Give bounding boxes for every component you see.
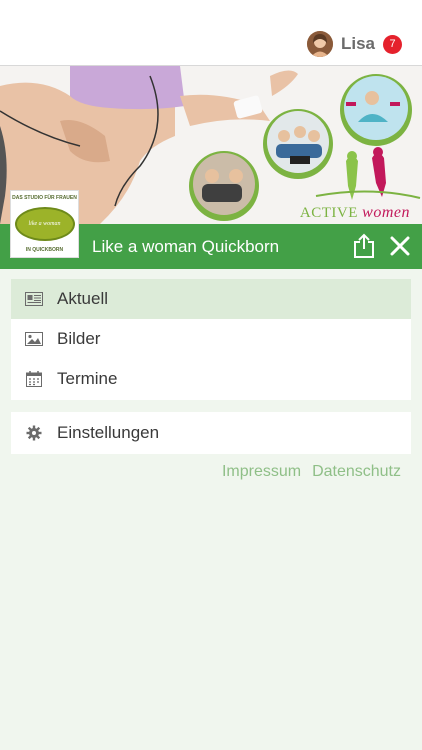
menu-item-label: Aktuell [57, 289, 109, 308]
menu-item-label: Einstellungen [57, 423, 160, 442]
user-name[interactable]: Lisa [341, 34, 375, 54]
logo-top-text: DAS STUDIO FÜR FRAUEN [12, 195, 77, 201]
avatar[interactable] [306, 31, 333, 57]
settings-menu: Einstellungen [11, 412, 411, 454]
image-icon [25, 331, 43, 347]
logo-emblem: like a woman [14, 207, 75, 241]
impressum-link[interactable]: Impressum [222, 463, 301, 481]
menu-item-aktuell[interactable]: Aktuell [11, 279, 411, 319]
footer-links: Impressum Datenschutz [222, 463, 401, 481]
share-icon [354, 233, 374, 258]
header-title: Like a woman Quickborn [92, 237, 280, 256]
user-menu[interactable]: Lisa 7 [306, 30, 402, 58]
navigation-menu: Aktuell Bilder Termine [11, 279, 411, 400]
calendar-icon [25, 371, 43, 387]
brand-prefix: ACTIVE [299, 205, 358, 221]
brand-wordmark: ACTIVE women [300, 204, 410, 222]
brand-suffix: women [362, 204, 410, 221]
notification-badge[interactable]: 7 [383, 34, 402, 54]
top-bar: Lisa 7 [0, 0, 422, 66]
menu-item-termine[interactable]: Termine [11, 359, 411, 399]
menu-item-label: Bilder [57, 329, 101, 348]
menu-item-bilder[interactable]: Bilder [11, 319, 411, 359]
studio-logo: DAS STUDIO FÜR FRAUEN like a woman IN QU… [10, 190, 79, 258]
share-button[interactable] [350, 231, 378, 261]
menu-item-einstellungen[interactable]: Einstellungen [11, 412, 411, 454]
logo-bottom-text: IN QUICKBORN [25, 247, 64, 253]
newspaper-icon [25, 291, 43, 307]
close-button[interactable] [386, 232, 414, 260]
close-icon [390, 236, 410, 256]
gear-icon [25, 425, 43, 441]
datenschutz-link[interactable]: Datenschutz [312, 463, 401, 481]
logo-center-text: like a woman [28, 221, 61, 227]
menu-item-label: Termine [57, 369, 118, 388]
